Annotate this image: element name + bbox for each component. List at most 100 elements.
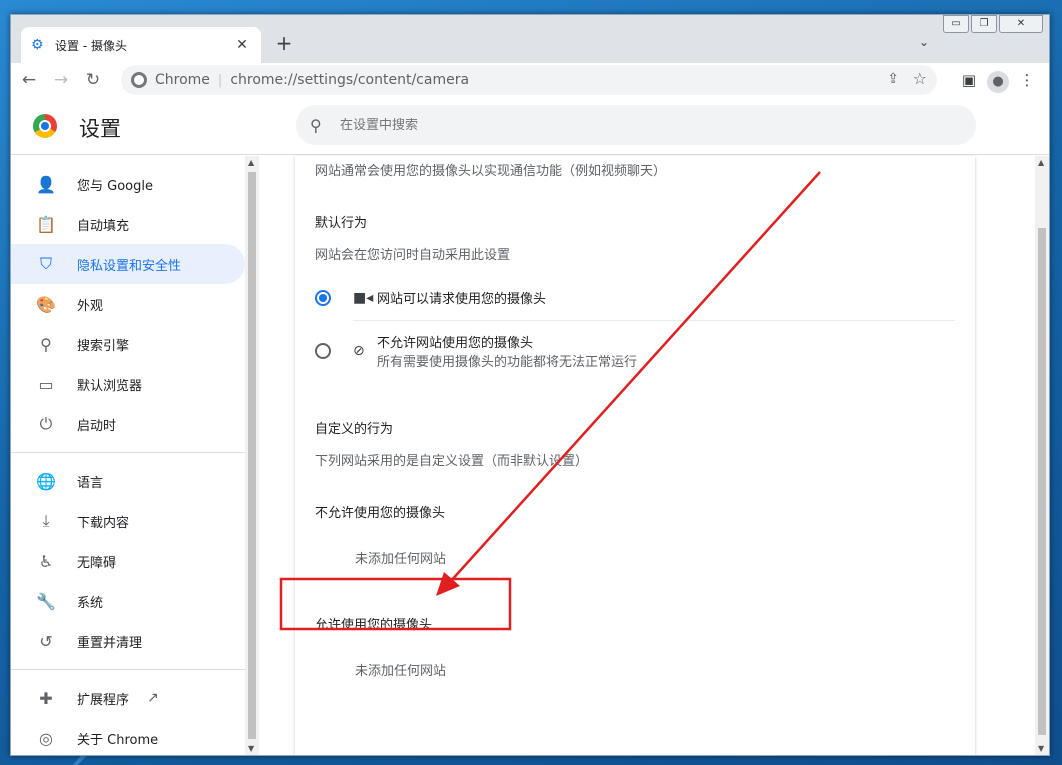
clipboard-icon: 📋 [36, 214, 56, 234]
sidebar-item-about-chrome[interactable]: ◎ 关于 Chrome [11, 718, 245, 755]
sidebar-item-default-browser[interactable]: ▭ 默认浏览器 [11, 364, 245, 404]
puzzle-icon: ✚ [39, 688, 53, 708]
scrollbar-thumb[interactable] [248, 172, 256, 739]
option-divider [353, 320, 955, 321]
sidebar-item-label: 语言 [77, 475, 104, 491]
palette-icon: 🎨 [36, 294, 56, 314]
external-link-icon: ↗ [147, 690, 159, 706]
scrollbar-thumb[interactable] [1038, 228, 1046, 735]
intro-text: 网站通常会使用您的摄像头以实现通信功能（例如视频聊天） [315, 164, 667, 179]
sidebar-item-you-and-google[interactable]: 👤 您与 Google [11, 164, 245, 204]
blocked-sites-heading: 不允许使用您的摄像头 [315, 506, 446, 521]
allowed-sites-empty: 未添加任何网站 [355, 664, 447, 679]
radio-button[interactable] [315, 343, 331, 359]
window-controls: ▭ ❐ ✕ [941, 15, 1043, 33]
toolbar: ← → ↻ Chrome | chrome://settings/content… [11, 63, 1049, 97]
download-icon: ⤓ [42, 511, 50, 530]
chrome-logo-icon [33, 114, 57, 138]
share-icon[interactable]: ⇪ [887, 71, 899, 87]
radio-button[interactable] [315, 289, 331, 306]
profile-avatar-icon[interactable]: ● [987, 70, 1009, 93]
sidebar-item-appearance[interactable]: 🎨 外观 [11, 284, 245, 324]
videocam-icon: ■◂ [353, 289, 374, 306]
settings-header: 设置 ⚲ [11, 97, 1049, 155]
search-input[interactable] [340, 117, 900, 133]
sidebar-item-label: 系统 [77, 595, 104, 611]
browser-icon: ▭ [38, 374, 54, 394]
power-icon: ⏻ [39, 414, 53, 433]
sidebar-item-system[interactable]: 🔧 系统 [11, 581, 245, 621]
option-label: 网站可以请求使用您的摄像头 [377, 292, 547, 307]
new-tab-button[interactable]: + [273, 33, 295, 55]
address-bar[interactable]: Chrome | chrome://settings/content/camer… [121, 65, 937, 95]
radio-allow-camera[interactable]: ■◂ 网站可以请求使用您的摄像头 [315, 288, 955, 307]
url-text[interactable]: chrome://settings/content/camera [230, 72, 469, 88]
custom-behavior-description: 下列网站采用的是自定义设置（而非默认设置） [315, 454, 589, 469]
sidebar-item-label: 启动时 [77, 418, 117, 434]
sidebar-item-label: 默认浏览器 [77, 378, 143, 394]
sidebar-item-reset[interactable]: ↺ 重置并清理 [11, 621, 245, 661]
sidebar-item-privacy[interactable]: ⛉ 隐私设置和安全性 [11, 244, 245, 284]
sidebar-item-label: 您与 Google [77, 178, 153, 194]
sidebar-divider [11, 452, 245, 453]
search-icon: ⚲ [40, 334, 52, 354]
sidebar-item-label: 外观 [77, 298, 104, 314]
default-behavior-description: 网站会在您访问时自动采用此设置 [315, 248, 511, 263]
tab-search-chevron-icon[interactable]: ⌄ [919, 35, 929, 49]
person-icon: 👤 [36, 174, 56, 194]
videocam-off-icon: ⊘ [353, 343, 365, 359]
active-tab[interactable]: ⚙ 设置 - 摄像头 ✕ [21, 27, 261, 63]
accessibility-icon: ♿ [38, 551, 54, 571]
wrench-icon: 🔧 [36, 591, 56, 611]
minimize-button[interactable]: ▭ [943, 15, 969, 33]
sidebar-item-label: 隐私设置和安全性 [77, 258, 182, 274]
main-scrollbar[interactable]: ▲ ▼ [1035, 156, 1049, 755]
sidebar-item-label: 无障碍 [77, 555, 117, 571]
sidebar-item-label: 扩展程序 [77, 692, 130, 708]
close-window-button[interactable]: ✕ [999, 15, 1043, 33]
side-panel-icon[interactable]: ▣ [955, 66, 983, 94]
chrome-icon [131, 72, 147, 88]
browser-window: ⚙ 设置 - 摄像头 ✕ + ⌄ ▭ ❐ ✕ ← → ↻ Chrome | ch… [10, 14, 1050, 756]
sidebar-item-label: 自动填充 [77, 218, 130, 234]
scroll-down-arrow-icon[interactable]: ▼ [248, 744, 254, 753]
option-sublabel: 所有需要使用摄像头的功能都将无法正常运行 [377, 355, 638, 370]
search-icon: ⚲ [310, 115, 322, 135]
custom-behavior-heading: 自定义的行为 [315, 422, 394, 437]
option-label: 不允许网站使用您的摄像头 [377, 336, 534, 351]
sidebar-item-label: 搜索引擎 [77, 338, 130, 354]
scroll-up-arrow-icon[interactable]: ▲ [1038, 158, 1044, 167]
maximize-button[interactable]: ❐ [971, 15, 997, 33]
bookmark-star-icon[interactable]: ☆ [913, 69, 927, 88]
scroll-down-arrow-icon[interactable]: ▼ [1038, 744, 1044, 753]
allowed-sites-heading: 允许使用您的摄像头 [315, 618, 433, 633]
sidebar-scrollbar[interactable]: ▲ ▼ [245, 156, 259, 755]
blocked-sites-empty: 未添加任何网站 [355, 552, 447, 567]
sidebar-item-languages[interactable]: 🌐 语言 [11, 461, 245, 501]
sidebar-item-downloads[interactable]: ⤓ 下载内容 [11, 501, 245, 541]
title-bar: ⚙ 设置 - 摄像头 ✕ + ⌄ ▭ ❐ ✕ [11, 15, 1049, 63]
sidebar-item-autofill[interactable]: 📋 自动填充 [11, 204, 245, 244]
sidebar-item-on-startup[interactable]: ⏻ 启动时 [11, 404, 245, 444]
omnibox-separator: | [217, 72, 223, 88]
sidebar-item-accessibility[interactable]: ♿ 无障碍 [11, 541, 245, 581]
sidebar-item-extensions[interactable]: ✚ 扩展程序 ↗ [11, 678, 245, 718]
more-menu-icon[interactable]: ⋮ [1013, 66, 1041, 94]
settings-search[interactable]: ⚲ [296, 105, 976, 145]
site-label: Chrome [155, 72, 210, 88]
sidebar-item-search-engine[interactable]: ⚲ 搜索引擎 [11, 324, 245, 364]
toolbar-actions: ▣ ● ⋮ [951, 66, 1041, 94]
forward-button[interactable]: → [47, 66, 75, 94]
sidebar-item-label: 下载内容 [77, 515, 130, 531]
tab-title: 设置 - 摄像头 [55, 38, 127, 53]
page-title: 设置 [79, 117, 121, 141]
reset-icon: ↺ [39, 631, 53, 651]
close-tab-icon[interactable]: ✕ [233, 37, 251, 53]
option-text: 不允许网站使用您的摄像头 所有需要使用摄像头的功能都将无法正常运行 [377, 332, 637, 370]
sidebar-item-label: 关于 Chrome [77, 732, 159, 748]
reload-button[interactable]: ↻ [79, 66, 107, 94]
back-button[interactable]: ← [15, 66, 43, 94]
scroll-up-arrow-icon[interactable]: ▲ [248, 158, 254, 167]
globe-icon: 🌐 [36, 471, 56, 491]
radio-block-camera[interactable]: ⊘ 不允许网站使用您的摄像头 所有需要使用摄像头的功能都将无法正常运行 [315, 332, 955, 370]
